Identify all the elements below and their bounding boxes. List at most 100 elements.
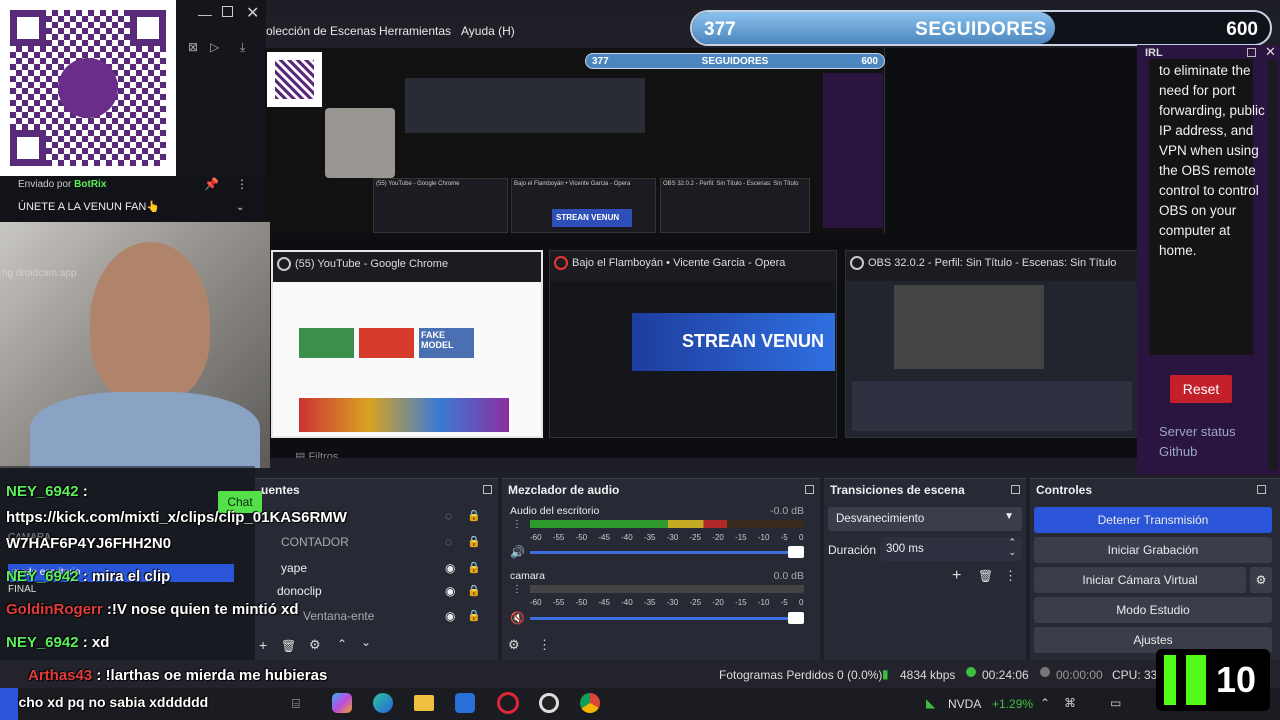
download-icon[interactable]: ⤓ [240,40,245,55]
scene-item-final[interactable]: FINAL [8,584,36,595]
gear-icon[interactable]: ⚙ [1250,567,1272,593]
duration-spinbox[interactable]: 300 ms ⌃ ⌄ [880,537,1022,561]
cpu-usage: CPU: 33. [1112,668,1161,682]
mail-icon[interactable] [455,693,475,713]
add-icon[interactable]: + [259,637,267,653]
mini-thumb-youtube-title: (55) YouTube - Google Chrome [376,181,460,187]
eye-icon[interactable]: ◉ [445,561,455,575]
stock-change: +1.29% [992,697,1034,711]
add-icon[interactable]: + [952,567,961,585]
lock-icon[interactable]: 🔒 [467,535,481,548]
window-thumb-obs[interactable]: OBS 32.0.2 - Perfil: Sin Título - Escena… [845,250,1140,438]
speaker-muted-icon[interactable]: 🔇 [510,611,525,625]
battery-icon[interactable]: ▭ [1110,696,1121,710]
webcam-feed: ng droidcam.app [0,222,270,468]
mixer-desktop-volume-slider[interactable] [530,551,804,554]
eye-icon[interactable]: ◉ [445,584,455,598]
gear-icon[interactable]: ⚙ [309,637,321,653]
play-icon[interactable]: ▷ [210,40,219,54]
source-contador[interactable]: CONTADOR [281,535,349,549]
obs-icon [850,256,864,270]
tray-icon[interactable]: ⌘ [1064,696,1076,710]
live-indicator-icon [966,667,976,677]
menu-help[interactable]: Ayuda (H) [461,24,515,38]
lock-icon[interactable]: 🔒 [467,609,481,622]
chevron-down-icon[interactable]: ⌄ [236,202,244,213]
lock-icon[interactable]: 🔒 [467,561,481,574]
trash-icon[interactable]: 🗑 [281,639,296,653]
chevron-up-icon[interactable]: ⌃ [337,637,347,651]
preview-canvas[interactable]: 377 SEGUIDORES 600 (55) YouTube - Google… [265,48,1140,458]
more-icon[interactable]: ⋮ [538,637,551,653]
source-donoclip[interactable]: donoclip [277,584,322,598]
minimize-icon[interactable]: — [198,6,212,22]
github-link[interactable]: Github [1159,444,1197,459]
transition-select[interactable]: Desvanecimiento ▼ [828,507,1022,531]
studio-mode-button[interactable]: Modo Estudio [1034,597,1272,623]
speaker-icon[interactable]: 🔊 [510,545,525,559]
popout-icon[interactable] [1257,485,1266,494]
duration-label: Duración [828,543,877,557]
popout-icon[interactable] [483,485,492,494]
chevron-down-icon[interactable]: ⌄ [1008,547,1016,558]
kick-count: 10 [1216,659,1257,700]
trash-icon[interactable]: 🗑 [978,569,993,583]
task-view-icon[interactable]: ⌸ [292,696,300,712]
maximize-icon[interactable] [222,6,233,17]
live-time: 00:24:06 [982,668,1029,682]
gear-icon[interactable]: ⚙ [508,637,520,653]
chat-sep: : [102,601,112,618]
source-ventana[interactable]: Ventana-ente [303,609,374,623]
copilot-icon[interactable] [332,693,352,713]
stock-ticker[interactable]: NVDA [948,697,981,711]
ban-icon[interactable]: ⊠ [188,40,198,54]
lock-icon[interactable]: 🔒 [467,509,481,522]
eye-off-icon[interactable]: ◌ [445,509,452,523]
window-thumb-obs-title: OBS 32.0.2 - Perfil: Sin Título - Escena… [868,257,1117,269]
eye-off-icon[interactable]: ◌ [445,535,452,549]
start-virtual-camera-button[interactable]: Iniciar Cámara Virtual [1034,567,1246,593]
panel-scrollbar[interactable] [1268,60,1278,470]
obs-icon[interactable] [539,693,559,713]
chevron-down-icon[interactable]: ⌄ [361,635,371,649]
chrome-icon[interactable] [580,693,600,713]
more-icon[interactable]: ⋮ [1004,568,1017,584]
opera-icon[interactable] [497,692,519,714]
start-recording-button[interactable]: Iniciar Grabación [1034,537,1272,563]
stop-streaming-button[interactable]: Detener Transmisión [1034,507,1272,533]
more-icon[interactable]: ⋮ [236,177,248,191]
source-yape[interactable]: yape [281,561,307,575]
menu-tools[interactable]: Herramientas [379,24,451,38]
mixer-camera-volume-slider[interactable] [530,617,804,620]
mixer-camera-volume-handle[interactable] [788,612,804,624]
window-thumb-opera[interactable]: Bajo el Flamboyán • Vicente Garcia - Ope… [549,250,837,438]
pin-icon[interactable]: 📌 [204,177,219,191]
file-explorer-icon[interactable] [414,695,434,711]
eye-icon[interactable]: ◉ [445,609,455,623]
mixer-desktop-volume-handle[interactable] [788,546,804,558]
controls-dock-title: Controles [1036,483,1093,497]
reset-button[interactable]: Reset [1170,375,1232,403]
chevron-up-icon[interactable]: ⌃ [1040,696,1050,710]
edge-icon[interactable] [373,693,393,713]
followers-current: 377 [704,19,736,40]
more-icon[interactable]: ⋮ [512,519,522,530]
popout-icon[interactable] [1247,48,1256,57]
windows-start-icon[interactable] [0,688,18,720]
close-icon[interactable]: ✕ [246,3,259,23]
lock-icon[interactable]: 🔒 [467,584,481,597]
close-icon[interactable]: ✕ [1265,44,1276,60]
window-thumb-youtube[interactable]: (55) YouTube - Google Chrome FAKE MODEL [271,250,543,438]
chat-line-4: NEY_6942 : mira el clip [6,568,170,585]
controls-dock: Controles Detener Transmisión Iniciar Gr… [1030,478,1280,660]
rec-indicator-icon [1040,667,1050,677]
popout-icon[interactable] [805,485,814,494]
pin-sender: Enviado por BotRix [18,179,106,190]
youtube-thumb-text: FAKE MODEL [421,330,454,350]
popout-icon[interactable] [1011,485,1020,494]
menu-scene-collection[interactable]: olección de Escenas [266,24,376,38]
server-status-link[interactable]: Server status [1159,424,1236,439]
more-icon[interactable]: ⋮ [512,584,522,595]
mini-thumb-opera-banner-text: STREAN VENUN [556,213,620,222]
mixer-camera-db: 0.0 dB [773,570,804,582]
